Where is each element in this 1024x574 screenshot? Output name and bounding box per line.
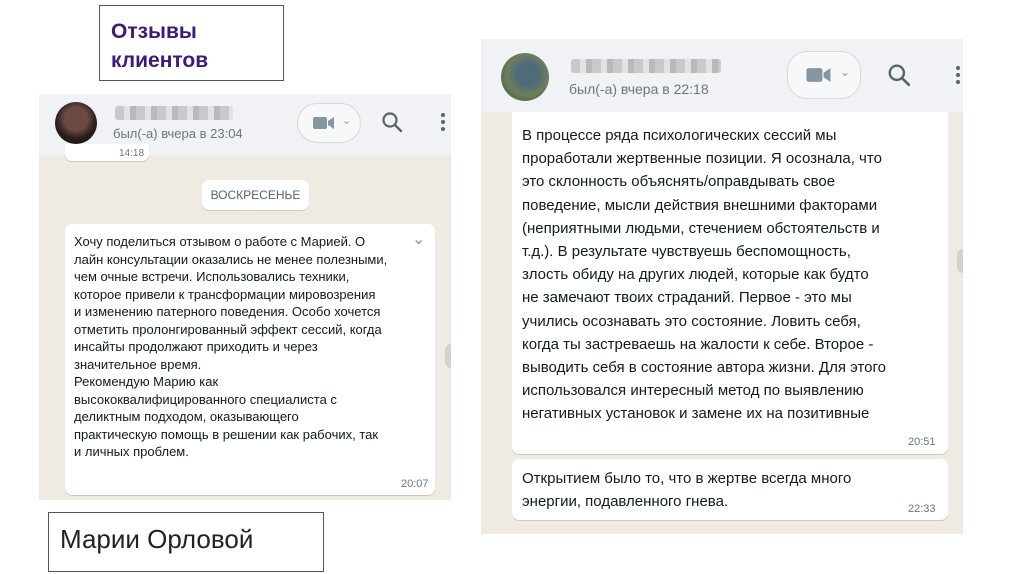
search-icon[interactable] [381,111,403,133]
contact-avatar[interactable] [501,53,549,101]
heading-box: Отзывы клиентов [99,5,284,81]
message-text-1: В процессе ряда психологических сессий м… [522,127,886,423]
last-seen-status: был(-а) вчера в 23:04 [113,126,243,141]
previous-message-time: 14:18 [119,148,145,159]
heading: Отзывы клиентов [111,20,209,72]
message-time: 20:07 [401,478,429,490]
message-bubble-2[interactable]: Открытием было то, что в жертве всегда м… [512,459,948,520]
message-menu-chevron-icon[interactable]: ⌄ [412,229,425,249]
contact-name-blurred[interactable] [571,59,721,73]
video-camera-icon [313,117,334,129]
left-chat-panel: был(-а) вчера в 23:04 ⌄ 14:18 ВОСКРЕСЕНЬ… [39,94,451,500]
search-icon[interactable] [887,63,911,87]
right-chat-panel: был(-а) вчера в 22:18 ⌄ В процессе ряда … [481,39,963,534]
message-text-2: Открытием было то, что в жертве всегда м… [522,470,852,511]
previous-message-bubble: 14:18 [65,144,149,161]
chevron-down-icon: ⌄ [342,115,352,127]
day-separator: ВОСКРЕСЕНЬЕ [202,180,309,210]
contact-avatar[interactable] [55,102,97,144]
message-bubble-1[interactable]: В процессе ряда психологических сессий м… [512,112,948,454]
caption-box: Марии Орловой [48,512,324,572]
message-time-2: 22:33 [908,503,936,515]
right-chat-header: был(-а) вчера в 22:18 ⌄ [481,39,963,112]
scroll-edge-handle [957,249,963,273]
caption: Марии Орловой [60,524,254,554]
more-vertical-icon[interactable] [440,112,446,132]
contact-name-blurred[interactable] [115,106,233,120]
last-seen-status: был(-а) вчера в 22:18 [569,81,709,97]
scroll-edge-handle [445,344,451,368]
message-text: Хочу поделиться отзывом о работе с Марие… [74,234,388,459]
more-vertical-icon[interactable] [955,64,961,86]
chevron-down-icon: ⌄ [840,65,851,79]
video-call-button[interactable]: ⌄ [297,103,361,143]
message-time-1: 20:51 [908,436,936,448]
video-camera-icon [806,68,831,82]
message-bubble[interactable]: Хочу поделиться отзывом о работе с Марие… [65,224,435,495]
video-call-button[interactable]: ⌄ [787,51,861,99]
